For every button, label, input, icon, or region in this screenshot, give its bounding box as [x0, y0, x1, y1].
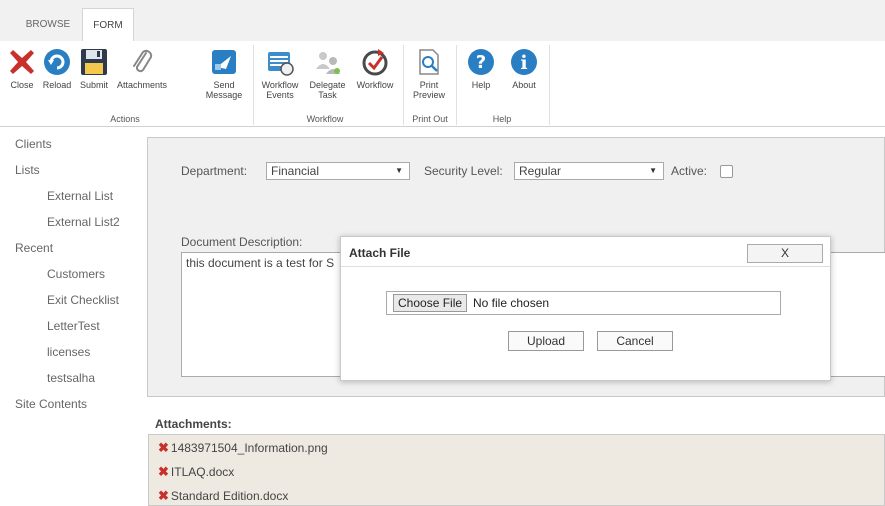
sidebar-item-external-list2[interactable]: External List2	[0, 214, 147, 240]
help-question-icon: ?	[468, 49, 494, 75]
active-checkbox[interactable]	[720, 165, 733, 178]
dialog-header: Attach File X	[341, 237, 830, 267]
department-label: Department:	[181, 164, 248, 178]
attach-file-dialog: Attach File X Choose File No file chosen…	[340, 236, 831, 381]
sidebar-item-lists[interactable]: Lists	[0, 162, 147, 188]
sidebar-item-exit-checklist[interactable]: Exit Checklist	[0, 292, 147, 318]
department-select[interactable]: Financial ▼	[266, 162, 410, 180]
send-message-icon	[212, 50, 236, 74]
sidebar-item-customers[interactable]: Customers	[0, 266, 147, 292]
delete-x-icon[interactable]: ✖	[158, 440, 169, 455]
list-item: ✖ 1483971504_Information.png	[149, 440, 884, 464]
tab-browse[interactable]: BROWSE	[18, 8, 78, 41]
upload-button[interactable]: Upload	[508, 331, 584, 351]
delegate-users-icon	[315, 52, 340, 74]
file-status-text: No file chosen	[473, 296, 550, 310]
active-label: Active:	[671, 164, 708, 178]
print-preview-icon	[419, 49, 439, 75]
attachment-file-link[interactable]: 1483971504_Information.png	[171, 441, 328, 455]
description-label: Document Description:	[181, 235, 303, 249]
sidebar-item-recent[interactable]: Recent	[0, 240, 147, 266]
sidebar-nav: Clients Lists External List External Lis…	[0, 136, 147, 422]
dialog-close-button[interactable]: X	[747, 244, 823, 263]
paperclip-icon	[133, 49, 153, 73]
delete-x-icon[interactable]: ✖	[158, 488, 169, 503]
workflow-check-icon	[362, 49, 388, 76]
sidebar-item-site-contents[interactable]: Site Contents	[0, 396, 147, 422]
security-level-select[interactable]: Regular ▼	[514, 162, 664, 180]
workflow-button[interactable]: Workflow	[350, 47, 400, 90]
sidebar-item-clients[interactable]: Clients	[0, 136, 147, 162]
attachments-button[interactable]: Attachments	[112, 47, 172, 90]
sidebar-item-licenses[interactable]: licenses	[0, 344, 147, 370]
send-message-button[interactable]: Send Message	[200, 47, 248, 100]
print-preview-button[interactable]: Print Preview	[407, 47, 451, 100]
list-item: ✖ ITLAQ.docx	[149, 464, 884, 488]
about-button[interactable]: i About	[505, 47, 543, 90]
svg-text:i: i	[520, 52, 527, 74]
security-level-label: Security Level:	[424, 164, 503, 178]
help-button[interactable]: ? Help	[464, 47, 498, 90]
workflow-events-icon	[268, 52, 294, 76]
info-icon: i	[511, 49, 537, 75]
svg-text:?: ?	[476, 52, 486, 73]
close-x-icon	[10, 50, 34, 74]
choose-file-button[interactable]: Choose File	[393, 294, 468, 312]
group-label-actions: Actions	[110, 114, 140, 124]
ribbon-tabs: BROWSE FORM	[0, 0, 885, 41]
dialog-title: Attach File	[349, 246, 411, 260]
ribbon-toolbar: Close Reload Submit Attachments Send Mes…	[0, 41, 885, 127]
sidebar-item-lettertest[interactable]: LetterTest	[0, 318, 147, 344]
group-label-workflow: Workflow	[306, 114, 344, 124]
workflow-events-button[interactable]: Workflow Events	[255, 47, 305, 100]
list-item: ✖ Standard Edition.docx	[149, 488, 884, 506]
delete-x-icon[interactable]: ✖	[158, 464, 169, 479]
group-label-help: Help	[492, 114, 512, 124]
reload-button[interactable]: Reload	[38, 47, 76, 90]
close-button[interactable]: Close	[4, 47, 40, 90]
attachments-list: ✖ 1483971504_Information.png ✖ ITLAQ.docx …	[148, 434, 885, 506]
chevron-down-icon: ▼	[395, 166, 403, 175]
attachments-title: Attachments:	[155, 417, 232, 431]
attachment-file-link[interactable]: ITLAQ.docx	[171, 465, 234, 479]
file-input[interactable]: Choose File No file chosen	[386, 291, 781, 315]
cancel-button[interactable]: Cancel	[597, 331, 673, 351]
sidebar-item-testsalha[interactable]: testsalha	[0, 370, 147, 396]
group-label-print-out: Print Out	[412, 114, 448, 124]
chevron-down-icon: ▼	[649, 166, 657, 175]
delegate-task-button[interactable]: Delegate Task	[305, 47, 350, 100]
floppy-disk-icon	[81, 49, 107, 75]
tab-form[interactable]: FORM	[82, 8, 134, 41]
sidebar-item-external-list[interactable]: External List	[0, 188, 147, 214]
reload-icon	[44, 49, 70, 75]
submit-button[interactable]: Submit	[76, 47, 112, 90]
attachment-file-link[interactable]: Standard Edition.docx	[171, 489, 288, 503]
